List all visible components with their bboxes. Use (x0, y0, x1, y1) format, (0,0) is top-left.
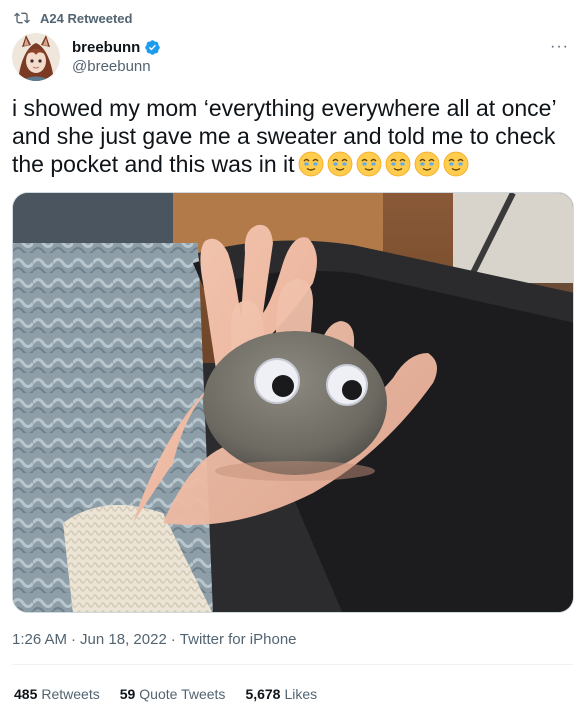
stat-count: 485 (14, 686, 38, 702)
tweet-time[interactable]: 1:26 AM (12, 631, 67, 648)
smiling-face-with-tear-eyes-icon (298, 151, 323, 177)
author-handle[interactable]: @breebunn (72, 58, 161, 75)
stat-count: 5,678 (245, 686, 281, 702)
smiling-face-with-tear-eyes-icon (443, 151, 468, 177)
retweets-stat[interactable]: 485 Retweets (14, 686, 100, 702)
tweet: A24 Retweeted breebunn @breebunn ··· i s… (0, 0, 585, 710)
stat-count: 59 (119, 686, 136, 702)
retweet-icon (14, 12, 30, 24)
tweet-source[interactable]: Twitter for iPhone (180, 631, 297, 648)
tweet-meta: 1:26 AM · Jun 18, 2022 · Twitter for iPh… (12, 631, 297, 648)
tweet-text-line: i showed my mom ‘everything everywhere a… (12, 95, 557, 121)
meta-separator: · (170, 631, 176, 648)
avatar[interactable] (12, 33, 60, 81)
smiling-face-with-tear-eyes-icon (385, 151, 410, 177)
tweet-stats: 485 Retweets 59 Quote Tweets 5,678 Likes (14, 686, 317, 702)
likes-stat[interactable]: 5,678 Likes (245, 686, 317, 702)
tweet-photo[interactable] (12, 192, 574, 613)
tweet-text-line: the pocket and this was in it (12, 151, 295, 177)
verified-badge-icon (145, 40, 161, 55)
display-name[interactable]: breebunn (72, 39, 140, 56)
stat-label: Quote Tweets (139, 686, 226, 702)
display-name-row: breebunn (72, 39, 161, 56)
tweet-author: breebunn @breebunn ··· (12, 32, 573, 82)
tweet-text-line-3: the pocket and this was in it (12, 150, 574, 178)
divider (12, 664, 573, 665)
emoji-row (295, 151, 469, 177)
stat-label: Retweets (41, 686, 100, 702)
photo-image (13, 193, 573, 612)
smiling-face-with-tear-eyes-icon (414, 151, 439, 177)
smiling-face-with-tear-eyes-icon (356, 151, 381, 177)
retweet-label: A24 Retweeted (40, 10, 133, 26)
tweet-text: i showed my mom ‘everything everywhere a… (12, 94, 574, 178)
quote-tweets-stat[interactable]: 59 Quote Tweets (120, 686, 226, 702)
author-names: breebunn @breebunn (72, 39, 161, 75)
smiling-face-with-tear-eyes-icon (327, 151, 352, 177)
tweet-date[interactable]: Jun 18, 2022 (80, 631, 167, 648)
stat-label: Likes (284, 686, 318, 702)
meta-separator: · (71, 631, 77, 648)
more-options-icon[interactable]: ··· (550, 38, 569, 56)
retweet-context[interactable]: A24 Retweeted (14, 8, 132, 28)
tweet-text-line: and she just gave me a sweater and told … (12, 123, 556, 149)
